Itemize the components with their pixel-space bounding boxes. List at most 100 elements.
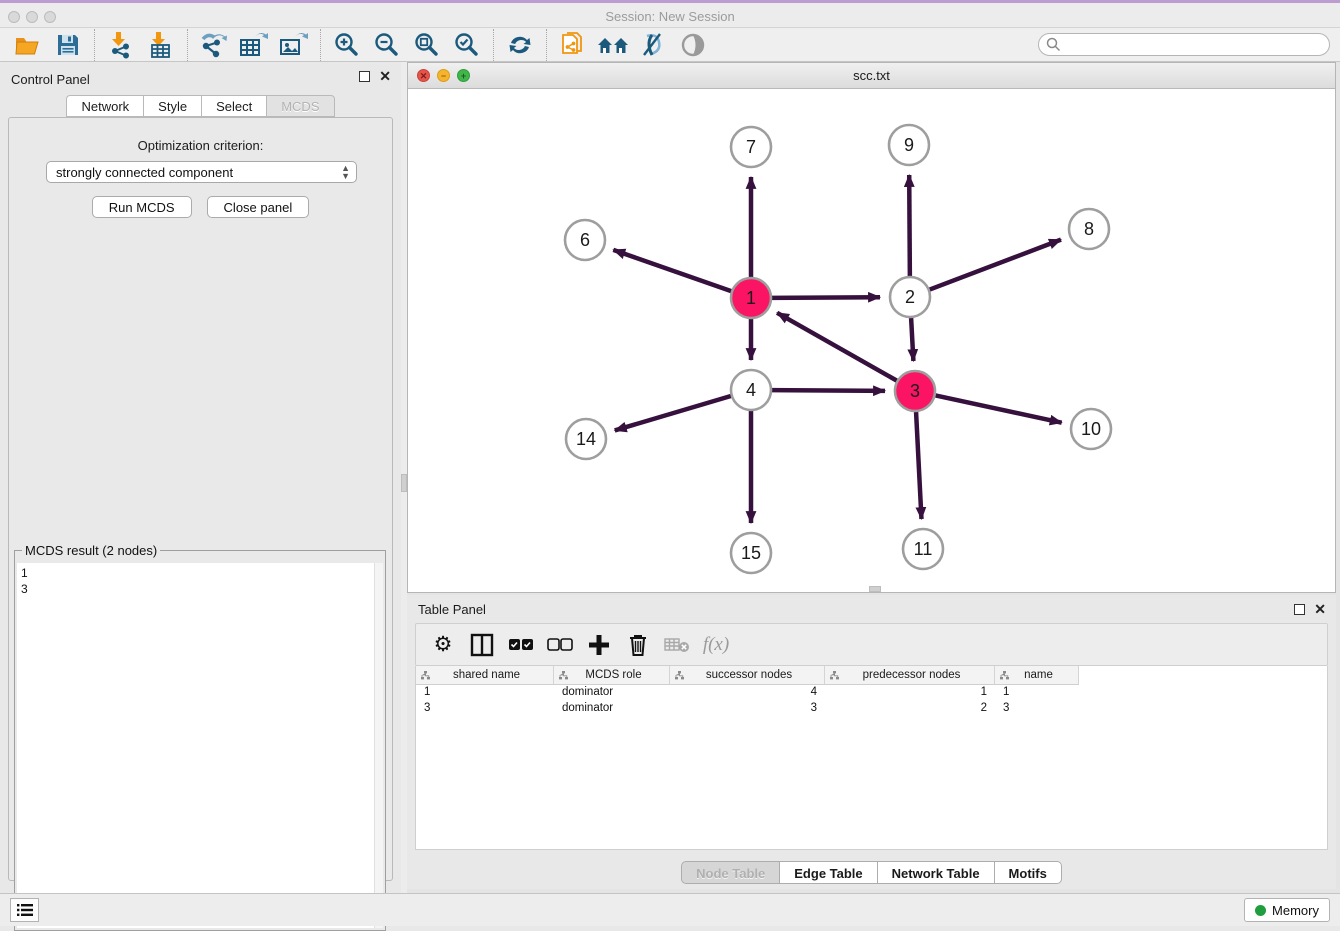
network-graph[interactable]: 7 9 6 8 1 2 4 3 14 10 15 11 bbox=[408, 89, 1335, 592]
table-cell[interactable]: 1 bbox=[995, 685, 1079, 701]
table-cell[interactable]: 1 bbox=[416, 685, 554, 701]
column-header-MCDS-role[interactable]: MCDS role bbox=[554, 666, 670, 685]
node-table[interactable]: shared nameMCDS rolesuccessor nodesprede… bbox=[415, 666, 1328, 850]
edge-4-3[interactable] bbox=[772, 390, 885, 391]
window-titlebar: Session: New Session bbox=[0, 0, 1340, 28]
node-14[interactable]: 14 bbox=[566, 419, 606, 459]
network-canvas[interactable]: 7 9 6 8 1 2 4 3 14 10 15 11 bbox=[408, 89, 1335, 592]
search-input[interactable] bbox=[1038, 33, 1330, 56]
memory-label: Memory bbox=[1272, 903, 1319, 918]
delete-column-icon[interactable] bbox=[621, 630, 655, 660]
table-panel-close-icon[interactable]: ✕ bbox=[1314, 604, 1326, 615]
task-history-button[interactable] bbox=[10, 898, 39, 922]
table-cell[interactable]: 3 bbox=[670, 701, 825, 717]
zoom-in-icon[interactable] bbox=[327, 30, 367, 60]
table-panel-title: Table Panel bbox=[418, 602, 486, 617]
table-cell[interactable]: 1 bbox=[825, 685, 995, 701]
network-view-window: ✕ − + scc.txt 7 9 6 8 1 2 4 3 14 10 15 11 bbox=[407, 62, 1336, 593]
open-session-icon[interactable] bbox=[8, 30, 48, 60]
node-8[interactable]: 8 bbox=[1069, 209, 1109, 249]
mcds-result-text[interactable]: 1 3 bbox=[17, 563, 374, 928]
mcds-panel-body: Optimization criterion: strongly connect… bbox=[8, 117, 393, 881]
edge-3-11[interactable] bbox=[916, 412, 921, 519]
table-cell[interactable]: dominator bbox=[554, 685, 670, 701]
edge-1-6[interactable] bbox=[613, 250, 731, 291]
run-mcds-button[interactable]: Run MCDS bbox=[92, 196, 192, 218]
delete-table-icon[interactable] bbox=[660, 630, 694, 660]
column-header-name[interactable]: name bbox=[995, 666, 1079, 685]
show-all-networks-icon[interactable] bbox=[593, 30, 633, 60]
network-window-titlebar[interactable]: ✕ − + scc.txt bbox=[408, 63, 1335, 89]
mcds-result-scrollbar[interactable] bbox=[374, 563, 383, 928]
zoom-selected-icon[interactable] bbox=[447, 30, 487, 60]
node-10[interactable]: 10 bbox=[1071, 409, 1111, 449]
import-table-icon[interactable] bbox=[141, 30, 181, 60]
network-table-splitter-grip[interactable] bbox=[869, 586, 881, 592]
tab-style[interactable]: Style bbox=[143, 95, 201, 117]
edge-2-8[interactable] bbox=[930, 240, 1061, 290]
table-cell[interactable]: 3 bbox=[416, 701, 554, 717]
edge-3-10[interactable] bbox=[936, 395, 1062, 422]
column-header-successor-nodes[interactable]: successor nodes bbox=[670, 666, 825, 685]
tab-network[interactable]: Network bbox=[66, 95, 143, 117]
zoom-out-icon[interactable] bbox=[367, 30, 407, 60]
apply-function-icon[interactable]: f(x) bbox=[699, 630, 733, 660]
refresh-icon[interactable] bbox=[500, 30, 540, 60]
show-hidden-icon[interactable] bbox=[673, 30, 713, 60]
show-columns-icon[interactable] bbox=[465, 630, 499, 660]
svg-text:9: 9 bbox=[904, 135, 914, 155]
table-row[interactable]: 1dominator411 bbox=[416, 685, 1327, 701]
deselect-all-rows-icon[interactable] bbox=[543, 630, 577, 660]
column-header-shared-name[interactable]: shared name bbox=[416, 666, 554, 685]
node-2[interactable]: 2 bbox=[890, 277, 930, 317]
tab-motifs[interactable]: Motifs bbox=[994, 861, 1062, 884]
tab-mcds[interactable]: MCDS bbox=[266, 95, 334, 117]
tab-network-table[interactable]: Network Table bbox=[877, 861, 994, 884]
mcds-result-title: MCDS result (2 nodes) bbox=[22, 543, 160, 558]
node-1[interactable]: 1 bbox=[731, 278, 771, 318]
add-column-icon[interactable] bbox=[582, 630, 616, 660]
column-type-icon bbox=[559, 671, 568, 680]
tab-select[interactable]: Select bbox=[201, 95, 266, 117]
node-9[interactable]: 9 bbox=[889, 125, 929, 165]
table-settings-icon[interactable]: ⚙ bbox=[426, 630, 460, 660]
save-session-icon[interactable] bbox=[48, 30, 88, 60]
node-15[interactable]: 15 bbox=[731, 533, 771, 573]
zoom-fit-icon[interactable] bbox=[407, 30, 447, 60]
toolbar-separator bbox=[94, 29, 95, 61]
node-3[interactable]: 3 bbox=[895, 371, 935, 411]
table-cell[interactable]: 2 bbox=[825, 701, 995, 717]
close-panel-button[interactable]: Close panel bbox=[207, 196, 310, 218]
node-7[interactable]: 7 bbox=[731, 127, 771, 167]
control-panel-title: Control Panel bbox=[11, 72, 90, 87]
memory-button[interactable]: Memory bbox=[1244, 898, 1330, 922]
control-panel-float-icon[interactable] bbox=[359, 71, 370, 82]
hide-style-icon[interactable] bbox=[633, 30, 673, 60]
export-network-icon[interactable] bbox=[194, 30, 234, 60]
edge-1-2[interactable] bbox=[772, 297, 880, 298]
node-4[interactable]: 4 bbox=[731, 370, 771, 410]
select-all-rows-icon[interactable] bbox=[504, 630, 538, 660]
copy-network-icon[interactable] bbox=[553, 30, 593, 60]
edge-4-14[interactable] bbox=[615, 396, 731, 430]
table-row[interactable]: 3dominator323 bbox=[416, 701, 1327, 717]
control-panel-close-icon[interactable]: ✕ bbox=[379, 71, 391, 82]
node-6[interactable]: 6 bbox=[565, 220, 605, 260]
edge-2-9[interactable] bbox=[909, 175, 910, 276]
table-cell[interactable]: 4 bbox=[670, 685, 825, 701]
svg-text:7: 7 bbox=[746, 137, 756, 157]
optimization-criterion-select[interactable]: strongly connected component ▲▼ bbox=[46, 161, 357, 183]
tab-node-table[interactable]: Node Table bbox=[681, 861, 779, 884]
export-image-icon[interactable] bbox=[274, 30, 314, 60]
import-network-icon[interactable] bbox=[101, 30, 141, 60]
edge-2-3[interactable] bbox=[911, 318, 913, 361]
table-panel-float-icon[interactable] bbox=[1294, 604, 1305, 615]
table-cell[interactable]: dominator bbox=[554, 701, 670, 717]
export-table-icon[interactable] bbox=[234, 30, 274, 60]
table-cell[interactable]: 3 bbox=[995, 701, 1079, 717]
edge-3-1[interactable] bbox=[777, 313, 897, 381]
tab-edge-table[interactable]: Edge Table bbox=[779, 861, 876, 884]
column-type-icon bbox=[1000, 671, 1009, 680]
column-header-predecessor-nodes[interactable]: predecessor nodes bbox=[825, 666, 995, 685]
node-11[interactable]: 11 bbox=[903, 529, 943, 569]
